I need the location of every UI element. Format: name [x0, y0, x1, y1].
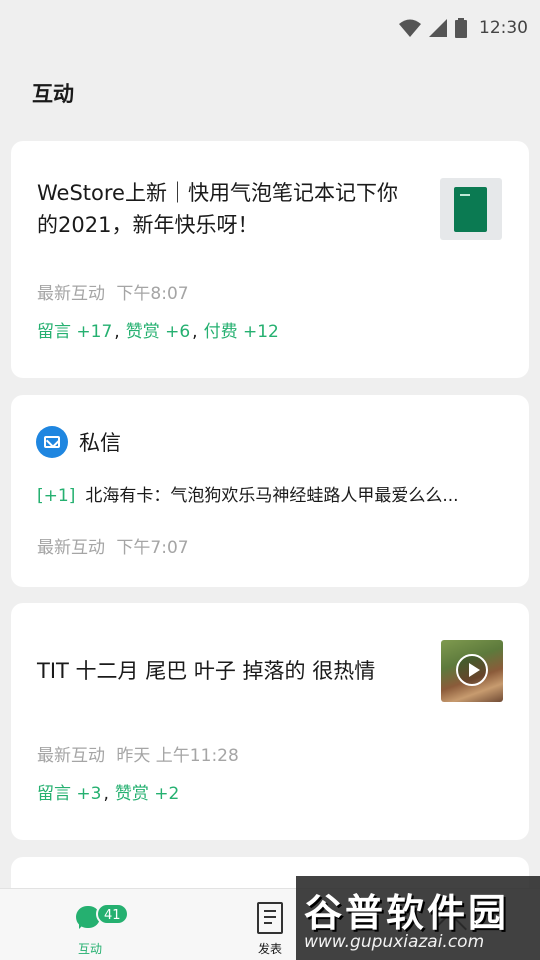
private-message-header: 私信: [36, 426, 121, 458]
status-time: 12:30: [479, 18, 528, 38]
notebook-image[interactable]: [440, 178, 502, 240]
meta-time: 下午8:07: [116, 284, 189, 304]
video-post-card[interactable]: TIT 十二月 尾巴 叶子 掉落的 很热情 最新互动 昨天 上午11:28 留言…: [11, 603, 529, 840]
latest-interaction: 最新互动 下午8:07: [37, 279, 189, 304]
signal-icon: [429, 19, 447, 37]
separator: ,: [192, 322, 198, 342]
separator: ,: [114, 322, 120, 342]
latest-interaction: 最新互动 昨天 上午11:28: [37, 741, 239, 766]
status-bar: 12:30: [0, 0, 540, 56]
watermark-url: www.gupuxiazai.com: [304, 932, 485, 952]
interaction-stats: 留言 +17, 赞赏 +6, 付费 +12: [37, 317, 279, 342]
tab-label: 互动: [77, 942, 102, 956]
tab-interactions[interactable]: 41 互动: [40, 889, 140, 960]
stat-paid[interactable]: 付费 +12: [204, 317, 279, 342]
notebook-cover: [454, 187, 487, 232]
private-message-title: 私信: [79, 431, 121, 455]
watermark-logo: 谷普软件园: [304, 891, 510, 935]
meta-time: 下午7:07: [116, 538, 189, 558]
watermark: 谷普软件园 www.gupuxiazai.com: [296, 876, 540, 960]
interaction-stats: 留言 +3, 赞赏 +2: [37, 779, 179, 804]
message-text: 北海有卡：气泡狗欢乐马神经蛙路人甲最爱么么...: [85, 486, 459, 506]
play-icon: [456, 654, 488, 686]
private-message-card[interactable]: 私信 [+1] 北海有卡：气泡狗欢乐马神经蛙路人甲最爱么么... 最新互动 下午7…: [11, 395, 529, 587]
stat-comments[interactable]: 留言 +17: [37, 317, 112, 342]
stat-rewards[interactable]: 赞赏 +6: [126, 317, 190, 342]
separator: ,: [103, 784, 109, 804]
meta-label: 最新互动: [37, 284, 105, 304]
battery-icon: [455, 18, 467, 38]
notification-badge: 41: [96, 903, 129, 925]
article-card[interactable]: WeStore上新｜快用气泡笔记本记下你的2021，新年快乐呀！ 最新互动 下午…: [11, 141, 529, 378]
mail-icon: [36, 426, 68, 458]
meta-label: 最新互动: [37, 746, 105, 766]
private-message-preview[interactable]: [+1] 北海有卡：气泡狗欢乐马神经蛙路人甲最爱么么...: [37, 481, 507, 506]
article-title[interactable]: WeStore上新｜快用气泡笔记本记下你的2021，新年快乐呀！: [37, 177, 417, 241]
video-post-title[interactable]: TIT 十二月 尾巴 叶子 掉落的 很热情: [37, 655, 417, 687]
meta-time: 昨天 上午11:28: [116, 746, 239, 766]
message-count: [+1]: [37, 486, 76, 506]
page-title: 互动: [32, 82, 74, 106]
video-thumbnail[interactable]: [441, 640, 503, 702]
latest-interaction: 最新互动 下午7:07: [37, 533, 189, 558]
document-icon: [257, 902, 283, 934]
stat-comments[interactable]: 留言 +3: [37, 779, 101, 804]
meta-label: 最新互动: [37, 538, 105, 558]
stat-rewards[interactable]: 赞赏 +2: [115, 779, 179, 804]
wifi-icon: [399, 19, 421, 37]
